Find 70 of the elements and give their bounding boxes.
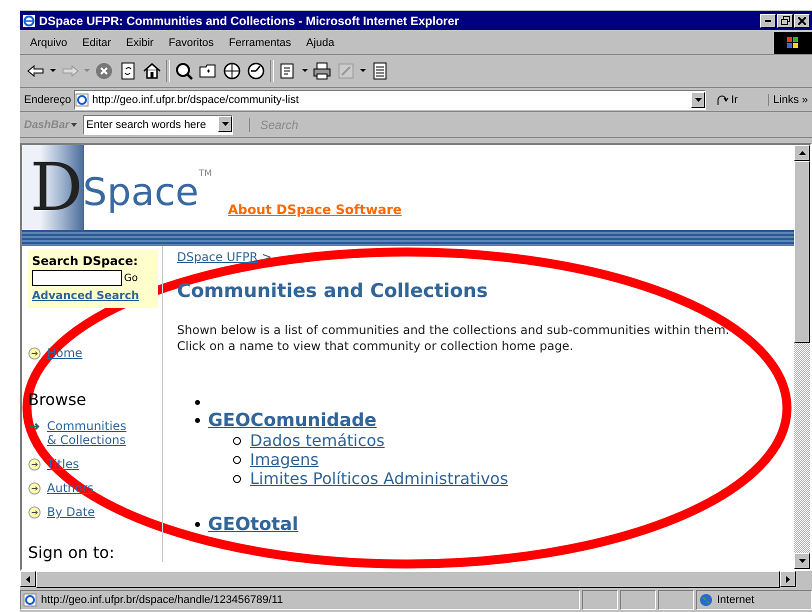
sign-on-heading: Sign on to: (28, 543, 116, 562)
left-arrow-icon[interactable] (26, 576, 30, 582)
arrow-bullet-icon (28, 347, 41, 360)
menu-item[interactable]: Ferramentas (228, 37, 292, 49)
dropdown-icon (84, 69, 90, 73)
close-icon (798, 16, 806, 24)
address-label: Endereço (24, 94, 72, 106)
browse-link[interactable]: Communities & Collections (47, 419, 131, 447)
menu-item[interactable]: Ajuda (306, 37, 334, 49)
go-button[interactable]: Go (124, 272, 138, 284)
search-icon[interactable] (174, 61, 194, 81)
right-arrow-icon[interactable] (786, 576, 790, 582)
circle-bullet-icon (233, 436, 241, 445)
minimize-button[interactable] (760, 14, 776, 28)
caret-icon (71, 122, 78, 127)
up-arrow-icon[interactable] (798, 151, 806, 155)
restore-icon (780, 16, 790, 25)
go-button[interactable]: Ir (709, 92, 744, 106)
links-button[interactable]: Links » (768, 94, 812, 106)
status-panel (620, 590, 656, 610)
menu-item[interactable]: Editar (82, 37, 112, 49)
menu-item[interactable]: Exibir (126, 37, 154, 49)
breadcrumb-link[interactable]: DSpace UFPR (177, 250, 258, 264)
caret-icon (694, 98, 702, 102)
community-link[interactable]: GEOtotal (208, 514, 298, 536)
page-icon (75, 92, 90, 106)
caret-icon (222, 122, 229, 126)
intro-text: Shown below is a list of communities and the collections and sub-communities within them. Click on a name to view that community or collection home page. (177, 322, 730, 354)
dropdown-icon[interactable] (302, 69, 308, 73)
circle-bullet-icon (233, 456, 241, 464)
bullet-icon (195, 522, 200, 528)
dropdown-icon[interactable] (360, 69, 366, 73)
browse-link[interactable]: By Date (47, 505, 95, 519)
bullet-icon (195, 418, 200, 424)
close-button[interactable] (794, 14, 810, 28)
vertical-scrollbar[interactable] (794, 145, 810, 569)
status-panel (582, 590, 618, 610)
collection-link[interactable]: Limites Políticos Administrativos (250, 469, 508, 488)
menu-item[interactable]: Favoritos (168, 37, 214, 49)
address-field[interactable]: http://geo.inf.ufpr.br/dspace/community-list (74, 90, 706, 110)
bullet-icon (195, 400, 200, 405)
status-text: http://geo.inf.ufpr.br/dspace/handle/123456789/11 (20, 590, 580, 610)
advanced-search-link[interactable]: Advanced Search (32, 289, 140, 302)
collection-link[interactable]: Imagens (250, 450, 319, 470)
minimize-icon (765, 20, 771, 22)
page-title: Communities and Collections (177, 280, 489, 302)
stop-icon[interactable] (94, 61, 114, 81)
window-title: DSpace UFPR: Communities and Collections - Microsoft Internet Explorer (39, 14, 460, 28)
search-title: Search DSpace: (32, 254, 139, 268)
collection-link[interactable]: Dados temáticos (250, 431, 385, 450)
home-icon[interactable] (142, 61, 162, 81)
security-zone: Internet (696, 590, 812, 610)
restore-button[interactable] (777, 14, 793, 28)
printer-icon[interactable] (312, 61, 332, 81)
menu-item[interactable]: Arquivo (30, 37, 68, 49)
dropdown-icon[interactable] (50, 69, 56, 73)
clock-icon[interactable] (246, 61, 266, 81)
page-icon (23, 593, 37, 607)
edit-icon (336, 61, 356, 81)
dropdown-button[interactable] (691, 92, 706, 108)
community-link[interactable]: GEOComunidade (208, 410, 377, 432)
dropdown-button[interactable] (218, 116, 232, 132)
search-field[interactable]: Enter search words here (83, 114, 234, 134)
circle-bullet-icon (233, 474, 241, 483)
search-field[interactable] (32, 270, 122, 286)
windows-logo-icon (774, 32, 812, 54)
status-panel (658, 590, 694, 610)
down-arrow-icon[interactable] (798, 559, 806, 563)
browser-icon (22, 14, 36, 28)
curved-arrow-icon (715, 92, 730, 106)
